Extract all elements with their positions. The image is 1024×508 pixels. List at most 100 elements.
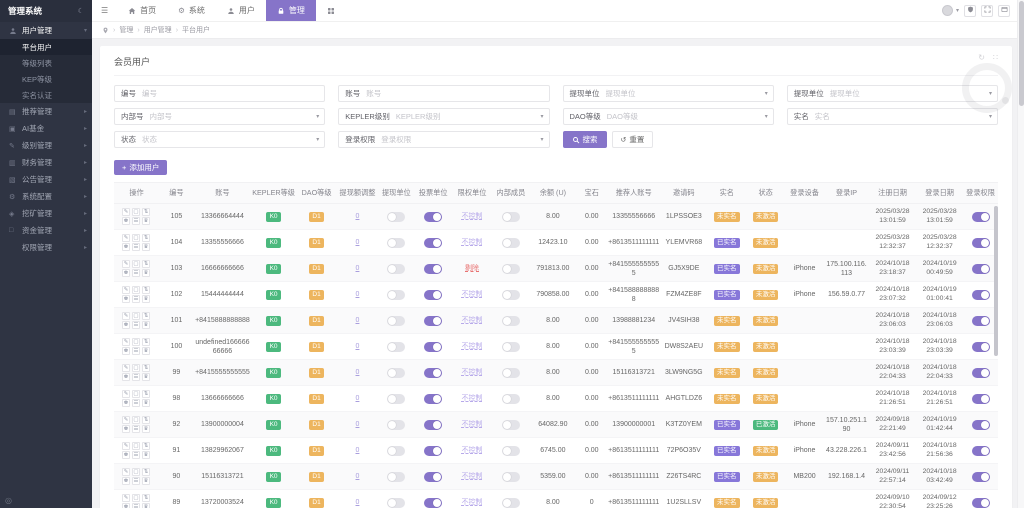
login_perm-toggle[interactable] <box>972 264 990 274</box>
internal-toggle[interactable] <box>502 290 520 300</box>
transfer-icon[interactable]: ⇅ <box>142 260 150 268</box>
filter-input[interactable]: 账号 <box>366 88 548 99</box>
adjust-link[interactable]: 0 <box>356 369 360 376</box>
adjust-link[interactable]: 0 <box>356 213 360 220</box>
copy-icon[interactable]: ▢ <box>132 234 140 242</box>
copy-icon[interactable]: ▢ <box>132 390 140 398</box>
adjust-link[interactable]: 0 <box>356 239 360 246</box>
internal-toggle[interactable] <box>502 264 520 274</box>
filter-select[interactable]: 提现单位 <box>606 88 765 99</box>
filter-field-8[interactable]: 状态状态▾ <box>114 131 325 148</box>
withdraw-toggle[interactable] <box>387 290 405 300</box>
adjust-link[interactable]: 0 <box>356 291 360 298</box>
team-icon[interactable]: ♛ <box>142 503 150 508</box>
adjust-link[interactable]: 0 <box>356 343 360 350</box>
transfer-icon[interactable]: ⇅ <box>142 416 150 424</box>
team-icon[interactable]: ♛ <box>142 243 150 251</box>
breadcrumb-item[interactable]: 管理 <box>119 25 133 35</box>
team-icon[interactable]: ♛ <box>142 477 150 485</box>
vote-toggle[interactable] <box>424 290 442 300</box>
shield-button[interactable] <box>964 5 976 17</box>
team-icon[interactable]: ♛ <box>142 321 150 329</box>
page-scrollbar-thumb[interactable] <box>1019 1 1024 106</box>
login_perm-toggle[interactable] <box>972 342 990 352</box>
detail-icon[interactable]: ☰ <box>132 243 140 251</box>
vote-toggle[interactable] <box>424 212 442 222</box>
withdraw-toggle[interactable] <box>387 498 405 508</box>
copy-icon[interactable]: ▢ <box>132 416 140 424</box>
restrict-link[interactable]: 不控制 <box>462 369 483 376</box>
filter-select[interactable]: DAO等级 <box>607 111 765 122</box>
breadcrumb-item[interactable]: 用户管理 <box>144 25 172 35</box>
vote-toggle[interactable] <box>424 342 442 352</box>
nav-apps-button[interactable] <box>316 0 346 21</box>
login_perm-toggle[interactable] <box>972 472 990 482</box>
login_perm-toggle[interactable] <box>972 238 990 248</box>
edit-icon[interactable]: ✎ <box>122 416 130 424</box>
crown-icon[interactable]: ♚ <box>122 243 130 251</box>
breadcrumb-item[interactable]: 平台用户 <box>182 25 210 35</box>
internal-toggle[interactable] <box>502 420 520 430</box>
internal-toggle[interactable] <box>502 394 520 404</box>
dots-icon[interactable]: ∷ <box>993 53 998 62</box>
crown-icon[interactable]: ♚ <box>122 477 130 485</box>
sidebar-subitem-2[interactable]: KEP等级 <box>0 71 92 87</box>
copy-icon[interactable]: ▢ <box>132 468 140 476</box>
detail-icon[interactable]: ☰ <box>132 451 140 459</box>
edit-icon[interactable]: ✎ <box>122 208 130 216</box>
restrict-link[interactable]: 不控制 <box>462 499 483 506</box>
adjust-link[interactable]: 0 <box>356 473 360 480</box>
vote-toggle[interactable] <box>424 420 442 430</box>
team-icon[interactable]: ♛ <box>142 295 150 303</box>
team-icon[interactable]: ♛ <box>142 373 150 381</box>
crown-icon[interactable]: ♚ <box>122 425 130 433</box>
internal-toggle[interactable] <box>502 212 520 222</box>
team-icon[interactable]: ♛ <box>142 425 150 433</box>
restrict-link[interactable]: 不控制 <box>462 213 483 220</box>
sidebar-item-4[interactable]: ▥财务管理▸ <box>0 154 92 171</box>
filter-field-1[interactable]: 账号账号 <box>338 85 549 102</box>
edit-icon[interactable]: ✎ <box>122 234 130 242</box>
copy-icon[interactable]: ▢ <box>132 338 140 346</box>
withdraw-toggle[interactable] <box>387 446 405 456</box>
internal-toggle[interactable] <box>502 342 520 352</box>
vote-toggle[interactable] <box>424 368 442 378</box>
add-user-button[interactable]: + 添加用户 <box>114 160 167 175</box>
sidebar-item-1[interactable]: ▤推荐管理▸ <box>0 103 92 120</box>
login_perm-toggle[interactable] <box>972 394 990 404</box>
crown-icon[interactable]: ♚ <box>122 451 130 459</box>
login_perm-toggle[interactable] <box>972 212 990 222</box>
user-menu[interactable]: ▾ <box>942 5 959 16</box>
sidebar-item-2[interactable]: ▣AI基金▸ <box>0 120 92 137</box>
sidebar-subitem-1[interactable]: 等级列表 <box>0 55 92 71</box>
internal-toggle[interactable] <box>502 498 520 508</box>
filter-field-2[interactable]: 提现单位提现单位▾ <box>563 85 774 102</box>
transfer-icon[interactable]: ⇅ <box>142 494 150 502</box>
login_perm-toggle[interactable] <box>972 368 990 378</box>
filter-input[interactable]: 编号 <box>142 88 324 99</box>
internal-toggle[interactable] <box>502 238 520 248</box>
edit-icon[interactable]: ✎ <box>122 442 130 450</box>
filter-field-4[interactable]: 内部号内部号▾ <box>114 108 325 125</box>
copy-icon[interactable]: ▢ <box>132 364 140 372</box>
nav-item-2[interactable]: 用户 <box>216 0 266 21</box>
vote-toggle[interactable] <box>424 264 442 274</box>
withdraw-toggle[interactable] <box>387 368 405 378</box>
detail-icon[interactable]: ☰ <box>132 269 140 277</box>
transfer-icon[interactable]: ⇅ <box>142 312 150 320</box>
detail-icon[interactable]: ☰ <box>132 477 140 485</box>
copy-icon[interactable]: ▢ <box>132 260 140 268</box>
team-icon[interactable]: ♛ <box>142 451 150 459</box>
refresh-icon[interactable]: ↻ <box>978 53 985 62</box>
copy-icon[interactable]: ▢ <box>132 442 140 450</box>
login_perm-toggle[interactable] <box>972 316 990 326</box>
team-icon[interactable]: ♛ <box>142 399 150 407</box>
sidebar-item-3[interactable]: ✎级别管理▸ <box>0 137 92 154</box>
filter-select[interactable]: 状态 <box>142 134 316 145</box>
filter-select[interactable]: KEPLER级别 <box>396 111 541 122</box>
withdraw-toggle[interactable] <box>387 212 405 222</box>
team-icon[interactable]: ♛ <box>142 269 150 277</box>
filter-select[interactable]: 实名 <box>815 111 989 122</box>
vote-toggle[interactable] <box>424 446 442 456</box>
transfer-icon[interactable]: ⇅ <box>142 338 150 346</box>
